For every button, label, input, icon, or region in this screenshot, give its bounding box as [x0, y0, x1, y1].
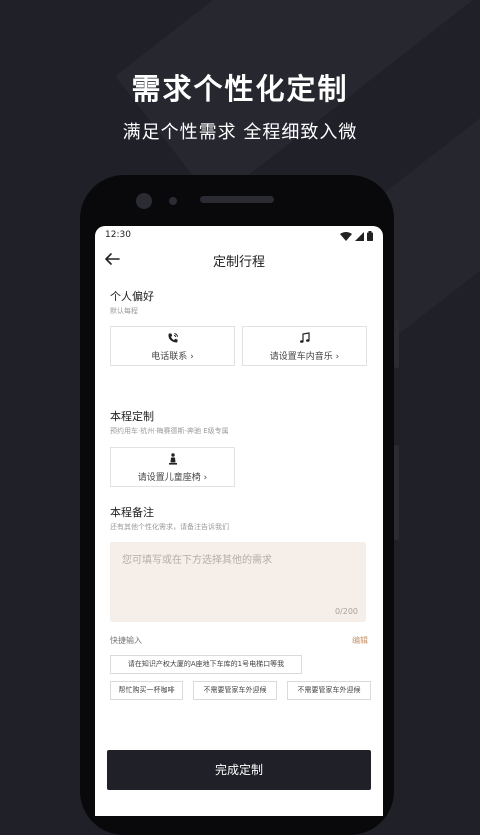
phone-contact-label: 电话联系 ›: [151, 352, 194, 362]
status-bar: 12:30: [95, 226, 383, 246]
quick-input-chip[interactable]: 请在知识产权大厦的A座地下车库的1号电梯口等我: [110, 655, 302, 674]
quick-input-chip[interactable]: 帮忙购买一杯咖啡: [110, 681, 183, 700]
trip-section-title: 本程定制: [110, 410, 154, 423]
quick-input-chip[interactable]: 不需要管家车外迎候: [193, 681, 277, 700]
notes-section-title: 本程备注: [110, 506, 154, 519]
promo-title: 需求个性化定制: [131, 72, 349, 106]
personal-section-subtitle: 默认每程: [110, 307, 138, 315]
phone-contact-button[interactable]: 电话联系 ›: [110, 326, 235, 366]
page-title: 定制行程: [212, 255, 265, 270]
personal-section-title: 个人偏好: [110, 290, 154, 303]
status-time: 12:30: [105, 230, 131, 240]
phone-side-button: [394, 445, 399, 540]
wifi-icon: [340, 231, 352, 241]
notes-char-counter: 0/200: [334, 607, 358, 616]
child-seat-button[interactable]: 请设置儿童座椅 ›: [110, 447, 235, 487]
complete-customization-button[interactable]: 完成定制: [107, 750, 371, 790]
car-music-button[interactable]: 请设置车内音乐 ›: [242, 326, 367, 366]
navigation-bar: 定制行程: [95, 246, 383, 274]
child-seat-icon: [168, 453, 177, 465]
signal-icon: [355, 231, 364, 241]
notes-textarea[interactable]: 您可填写或在下方选择其他的需求 0/200: [110, 542, 366, 622]
sensor-icon: [169, 197, 177, 205]
camera-icon: [136, 193, 152, 209]
app-screen: 12:30 定制行程 个人偏好 默认每程 电话联系 › 请设置车内音乐 › 本程…: [95, 226, 383, 816]
battery-icon: [367, 231, 373, 241]
speaker-grille: [200, 196, 274, 203]
child-seat-label: 请设置儿童座椅 ›: [137, 473, 208, 483]
quick-input-chip[interactable]: 不需要管家车外迎候: [287, 681, 371, 700]
notes-placeholder: 您可填写或在下方选择其他的需求: [122, 555, 272, 566]
promo-subtitle: 满足个性需求 全程细致入微: [122, 122, 358, 143]
car-music-label: 请设置车内音乐 ›: [269, 352, 340, 362]
quick-input-label: 快捷输入: [110, 636, 142, 645]
notes-section-subtitle: 还有其他个性化需求，请备注告诉我们: [110, 523, 229, 531]
phone-side-button: [394, 320, 399, 368]
trip-section-subtitle: 预约用车·杭州·梅赛德斯-奔驰 E级专属: [110, 427, 229, 435]
music-note-icon: [299, 332, 310, 343]
phone-icon: [167, 333, 178, 343]
quick-input-edit-link[interactable]: 编辑: [352, 635, 368, 646]
